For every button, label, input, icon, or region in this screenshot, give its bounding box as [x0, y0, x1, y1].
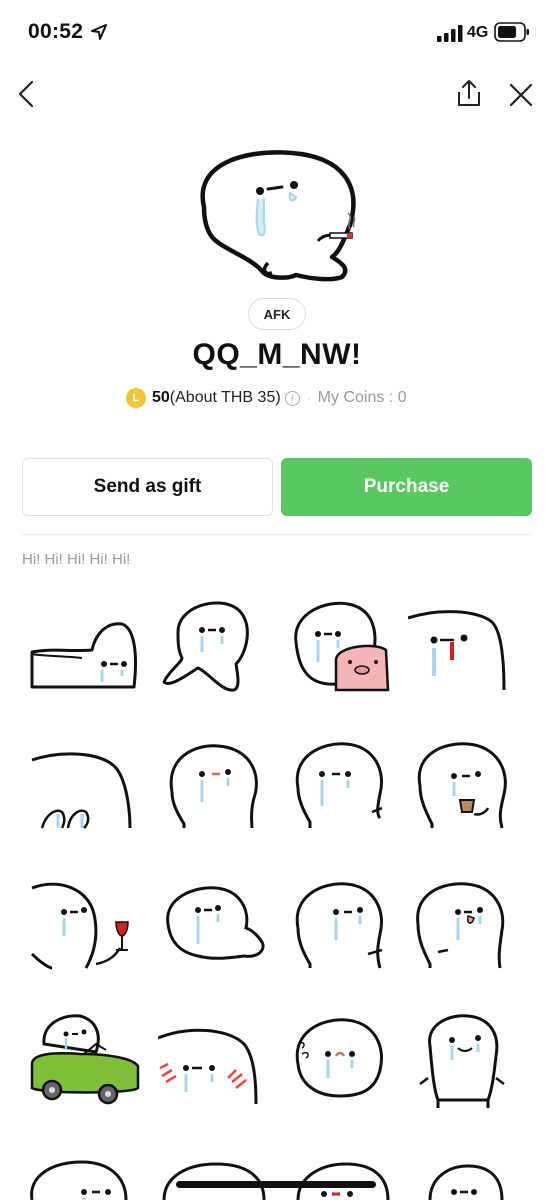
- purchase-button[interactable]: Purchase: [281, 458, 532, 516]
- back-chevron-icon[interactable]: [12, 78, 42, 110]
- sticker-item[interactable]: [22, 592, 140, 710]
- tag-chip[interactable]: AFK: [248, 298, 306, 330]
- sticker-item[interactable]: [158, 868, 276, 986]
- signal-icon: [437, 25, 463, 42]
- separator-dot: ·: [306, 391, 311, 405]
- coin-icon: L: [126, 388, 146, 408]
- sticker-item[interactable]: [22, 868, 140, 986]
- send-as-gift-button[interactable]: Send as gift: [22, 458, 273, 516]
- sticker-item[interactable]: [288, 1140, 406, 1200]
- share-icon[interactable]: [454, 78, 484, 110]
- main-sticker-image: [200, 150, 356, 282]
- sticker-item[interactable]: [288, 868, 406, 986]
- location-arrow-icon: [91, 24, 107, 40]
- sticker-item[interactable]: [158, 1004, 276, 1122]
- pack-title: QQ_M_NW!: [192, 338, 362, 371]
- sticker-item[interactable]: [408, 1004, 526, 1122]
- sticker-item[interactable]: [22, 1004, 140, 1122]
- network-label: 4G: [467, 24, 489, 41]
- sticker-item[interactable]: [22, 728, 140, 846]
- info-icon[interactable]: i: [284, 390, 300, 406]
- close-icon[interactable]: [506, 80, 536, 110]
- sticker-item[interactable]: [158, 1140, 276, 1200]
- sticker-item[interactable]: [288, 728, 406, 846]
- sticker-item[interactable]: [408, 1140, 526, 1200]
- sticker-item[interactable]: [158, 592, 276, 710]
- sticker-item[interactable]: [408, 728, 526, 846]
- sticker-item[interactable]: [408, 592, 526, 710]
- divider: [22, 534, 532, 535]
- sticker-item[interactable]: [288, 1004, 406, 1122]
- status-time: 00:52: [28, 20, 84, 43]
- pack-description: Hi! Hi! Hi! Hi! Hi!: [22, 551, 131, 568]
- battery-icon: [494, 22, 529, 42]
- price-amount: 50: [152, 389, 170, 406]
- sticker-item[interactable]: [408, 868, 526, 986]
- status-bar: 00:52 4G: [0, 0, 554, 66]
- price-row: L 50 (About THB 35) i · My Coins : 0: [126, 386, 407, 410]
- price-local: (About THB 35): [169, 389, 281, 406]
- my-coins-label: My Coins : 0: [317, 389, 407, 406]
- sticker-item[interactable]: [22, 1140, 140, 1200]
- sticker-item[interactable]: [288, 592, 406, 710]
- sticker-item[interactable]: [158, 728, 276, 846]
- home-indicator[interactable]: [176, 1181, 376, 1188]
